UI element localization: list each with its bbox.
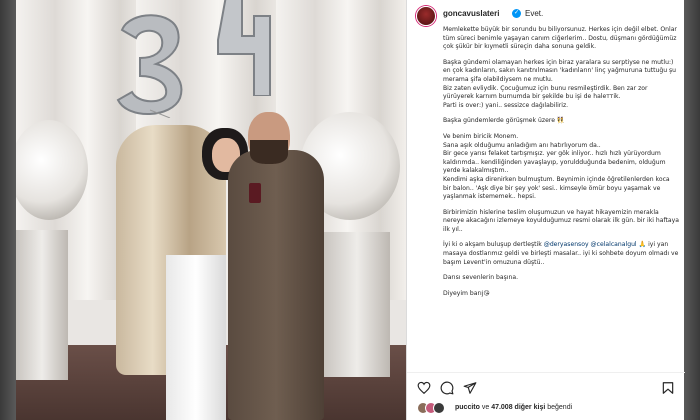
caption-text: Bir gece yarısı felaket tartışmışız. yer…	[443, 150, 666, 175]
caption-paragraph: Darısı sevenlerin başına.	[443, 274, 519, 282]
balloon-number-3	[116, 14, 183, 118]
caption-paragraph: Başka gündemi olamayan herkes için biraz…	[443, 59, 679, 111]
bookmark-icon[interactable]	[661, 381, 675, 395]
caption-text: Biz zaten evliydik. Çocuğumuz için bunu …	[443, 84, 648, 101]
post-photo[interactable]	[16, 0, 406, 420]
caption-paragraph: Ve benim biricik Monem. Sana aşık olduğu…	[443, 133, 679, 202]
caption-first-line: Evet.	[525, 9, 544, 18]
post-actions	[407, 372, 685, 398]
caption-paragraph: Birbirimizin hislerine teslim oluşumuzun…	[443, 208, 679, 233]
caption-text: Ve benim biricik Monem.	[443, 132, 519, 140]
likes-count[interactable]: 47.008 diğer kişi	[491, 404, 545, 411]
share-icon[interactable]	[463, 381, 477, 395]
mention-link[interactable]: @deryasensoy	[544, 241, 589, 248]
caption-paragraph: İyi ki o akşam buluşup dertleştik @derya…	[443, 241, 679, 267]
woman-outfit	[166, 255, 226, 420]
comment-icon[interactable]	[440, 381, 454, 395]
caption-text: Kendimi aşka direnirken bulmuştum. Beyni…	[443, 175, 670, 201]
verified-icon: ✓	[512, 9, 521, 18]
caption-text: Sana aşık olduğumu anladığım anı hatırlı…	[443, 141, 601, 149]
post-caption: Memlekette büyük bir sorundu bu biliyors…	[443, 26, 679, 366]
background-right	[684, 0, 700, 420]
username[interactable]: goncavuslateri	[443, 9, 499, 18]
caption-paragraph: Başka gündemlerde görüşmek üzere 👯	[443, 117, 565, 125]
caption-text: Parti is over:) yani.. sessizce dağılabi…	[443, 101, 569, 109]
balloon-number-4	[217, 0, 271, 96]
certificate-booklet	[249, 183, 261, 203]
likes-connector: ve	[479, 404, 492, 411]
caption-text: İyi ki o akşam buluşup dertleştik	[443, 241, 544, 249]
caption-paragraph: Memlekette büyük bir sorundu bu biliyors…	[443, 26, 677, 51]
caption-paragraph: Diyeyim barıј😘	[443, 289, 490, 297]
caption-text: Başka gündemi olamayan herkes için biraz…	[443, 58, 677, 83]
likes-suffix: beğendi	[545, 404, 573, 411]
liker-avatar	[433, 402, 445, 414]
post-panel: goncavuslateri ✓ Evet. Memlekette büyük …	[406, 0, 685, 420]
heart-icon[interactable]	[417, 381, 431, 395]
profile-avatar[interactable]	[416, 6, 436, 26]
flower-stand-right	[324, 232, 390, 377]
screenshot: goncavuslateri ✓ Evet. Memlekette büyük …	[0, 0, 700, 420]
likes-summary[interactable]: puccito ve 47.008 diğer kişi beğendi	[455, 404, 572, 411]
man-beard	[250, 140, 288, 164]
flower-stand-left	[16, 230, 68, 380]
liker-username[interactable]: puccito	[455, 404, 480, 411]
man-suit	[228, 150, 324, 420]
mention-link[interactable]: @celalcanalgul	[591, 241, 637, 248]
background-left	[0, 0, 16, 420]
likes-row: puccito ve 47.008 diğer kişi beğendi	[417, 402, 677, 416]
